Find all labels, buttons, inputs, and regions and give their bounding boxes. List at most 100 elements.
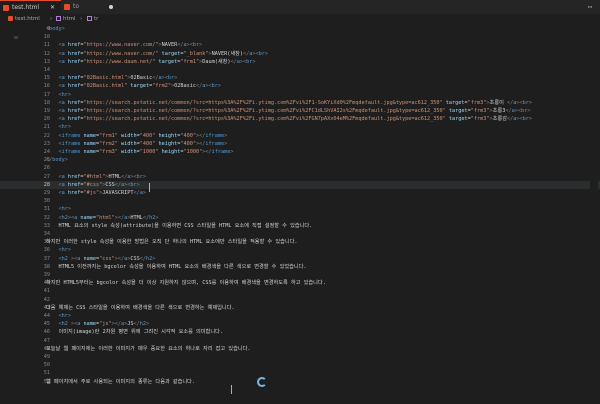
- code-token: "_blank": [183, 50, 209, 57]
- loading-spinner-icon: [257, 377, 267, 387]
- tab-to[interactable]: to: [61, 0, 119, 14]
- code-line[interactable]: 13 <a href="https://www.daum.net/" targe…: [0, 58, 600, 66]
- code-line[interactable]: 20 <a href="https://search.pstatic.net/c…: [0, 115, 600, 123]
- code-text: 오늘날 웹 페이지에는 이러한 이미지가 매우 중요한 요소의 하나로 자리 잡…: [46, 345, 251, 353]
- code-line[interactable]: 32 <h2><a name="html"></a>HTML</h2>: [0, 214, 600, 222]
- code-line[interactable]: 46 이미지(image)란 2차원 평면 위에 그려진 시각적 요소를 의미합…: [0, 328, 600, 336]
- code-line[interactable]: 26: [0, 164, 600, 172]
- code-text: <hr>: [46, 312, 72, 320]
- code-line[interactable]: 35 하지만 이러한 style 속성을 이용한 방법은 오직 단 하나의 HTM…: [0, 238, 600, 246]
- code-line[interactable]: 27 <a href="#html">HTML</a><br>: [0, 173, 600, 181]
- code-line[interactable]: 15 <a href="02Basic.html">02Basic</a><br…: [0, 74, 600, 82]
- line-number: 49: [43, 354, 50, 360]
- code-token: >: [224, 132, 228, 139]
- code-line[interactable]: 41: [0, 287, 600, 295]
- code-text: <a href="https://search.pstatic.net/comm…: [46, 107, 531, 115]
- code-line[interactable]: 31 <hr>: [0, 205, 600, 213]
- code-text: <a href="https://www.naver.com/">NAVER</…: [46, 41, 203, 49]
- code-line[interactable]: 28 <a href="#css">CSS</a><br>: [0, 180, 600, 189]
- code-line[interactable]: 34: [0, 230, 600, 238]
- code-text: <iframe name="frm1" width="400" height="…: [46, 132, 228, 140]
- code-token: HTML 요소의 style 속성(attribute)을 이용하면 CSS 스…: [46, 222, 313, 229]
- line-number: 34: [43, 231, 50, 237]
- code-token: body: [52, 157, 65, 164]
- code-token: target: [161, 50, 181, 57]
- breadcrumb-file[interactable]: test.html: [8, 14, 40, 24]
- code-line[interactable]: 36 <hr>: [0, 246, 600, 254]
- code-line[interactable]: 16 <a href="02Basic.html" target="frm2">…: [0, 82, 600, 90]
- code-line[interactable]: 45 <h2 ><a name="js"></a>JS</h2>: [0, 320, 600, 328]
- code-token: ></: [196, 132, 206, 139]
- code-line[interactable]: 39: [0, 271, 600, 279]
- code-token: >: [217, 83, 221, 90]
- code-token: href: [67, 58, 81, 65]
- code-token: "#js": [83, 190, 100, 196]
- code-line[interactable]: 12 <a href="https://www.naver.com/" targ…: [0, 50, 600, 58]
- code-line[interactable]: 30: [0, 197, 600, 205]
- code-line[interactable]: 51: [0, 369, 600, 377]
- code-line[interactable]: 14: [0, 66, 600, 74]
- line-number: 50: [43, 362, 50, 369]
- code-line[interactable]: 40 하지만 HTML5부터는 bgcolor 속성을 더 이상 지원하지 않으며…: [0, 279, 600, 287]
- code-line[interactable]: 43 다음 예제는 CSS 스타일을 이용하여 배경색을 다른 색으로 변경하는 …: [0, 304, 600, 312]
- code-token: name: [80, 214, 93, 221]
- code-token: >: [136, 181, 140, 188]
- code-token: name: [83, 132, 97, 139]
- code-token: "js": [99, 321, 112, 328]
- code-line[interactable]: 29 <a href="#js">JAVASCRIPT</a>: [0, 189, 600, 197]
- code-token: "frm1": [99, 132, 118, 139]
- code-line[interactable]: 50: [0, 361, 600, 369]
- code-line[interactable]: 21 <hr>: [0, 123, 600, 131]
- code-line[interactable]: 11 <a href="https://www.naver.com/">NAVE…: [0, 41, 600, 49]
- code-line[interactable]: 49: [0, 353, 600, 361]
- code-line[interactable]: 22 <iframe name="frm1" width="400" heigh…: [0, 132, 600, 140]
- code-line[interactable]: 18 <a href="https://search.pstatic.net/c…: [0, 99, 600, 107]
- editor-scrollbar[interactable]: [590, 25, 598, 404]
- code-line[interactable]: 42: [0, 296, 600, 304]
- code-line[interactable]: 48 오늘날 웹 페이지에는 이러한 이미지가 매우 중요한 요소의 하나로 자리…: [0, 345, 600, 353]
- code-line[interactable]: 10: [0, 33, 600, 41]
- code-token: body: [49, 26, 62, 32]
- breadcrumb-html[interactable]: html: [56, 14, 76, 24]
- more-actions-icon[interactable]: ⋯: [588, 3, 596, 11]
- code-line[interactable]: 23 <iframe name="frm2" width="400" heigh…: [0, 140, 600, 148]
- code-line[interactable]: 9 <body>: [0, 25, 600, 33]
- code-text: <hr>: [46, 246, 72, 254]
- tab-test-html[interactable]: test.html ✕: [0, 0, 61, 14]
- code-editor[interactable]: 9 <body> 10 11 <a href="https://www.naver.c…: [0, 25, 600, 404]
- code-line[interactable]: 33 HTML 요소의 style 속성(attribute)을 이용하면 CS…: [0, 222, 600, 230]
- code-line[interactable]: 17 <hr>: [0, 91, 600, 99]
- code-line[interactable]: 44 <hr>: [0, 312, 600, 320]
- code-token: target: [448, 108, 468, 114]
- code-token: HTML: [108, 173, 122, 180]
- code-token: width: [121, 149, 137, 155]
- code-token: >: [67, 313, 71, 319]
- code-text: <body>: [46, 25, 65, 33]
- code-text: <a href="https://search.pstatic.net/comm…: [46, 115, 533, 123]
- code-line[interactable]: 19 <a href="https://search.pstatic.net/c…: [0, 107, 600, 115]
- code-line[interactable]: 47: [0, 337, 600, 345]
- code-token: 하지만 HTML5부터는 bgcolor 속성을 더 이상 지원하지 않으며, …: [46, 280, 326, 287]
- code-token: >: [528, 116, 532, 123]
- code-token: name: [83, 140, 97, 147]
- code-line[interactable]: 25 </body>: [0, 156, 600, 164]
- close-icon[interactable]: ✕: [50, 1, 55, 15]
- code-token: "frm3": [99, 149, 118, 155]
- code-line[interactable]: 52 웹 페이지에서 주로 사용되는 이미지의 종류는 다음과 같습니다.: [0, 378, 600, 386]
- code-line[interactable]: 38 HTML5 이전까지는 bgcolor 속성을 이용하여 HTML 요소의…: [0, 263, 600, 271]
- code-line[interactable]: 24 <iframe name="frm3" width="1000" heig…: [0, 148, 600, 156]
- code-token: "frm3": [467, 99, 487, 106]
- breadcrumb-tr[interactable]: tr: [87, 14, 98, 24]
- unsaved-dot-icon[interactable]: [109, 5, 113, 9]
- code-line[interactable]: 37 <h2 ><a name="css"></a>CSS</h2>: [0, 255, 600, 263]
- code-text: <a href="https://www.naver.com/" target=…: [46, 50, 269, 58]
